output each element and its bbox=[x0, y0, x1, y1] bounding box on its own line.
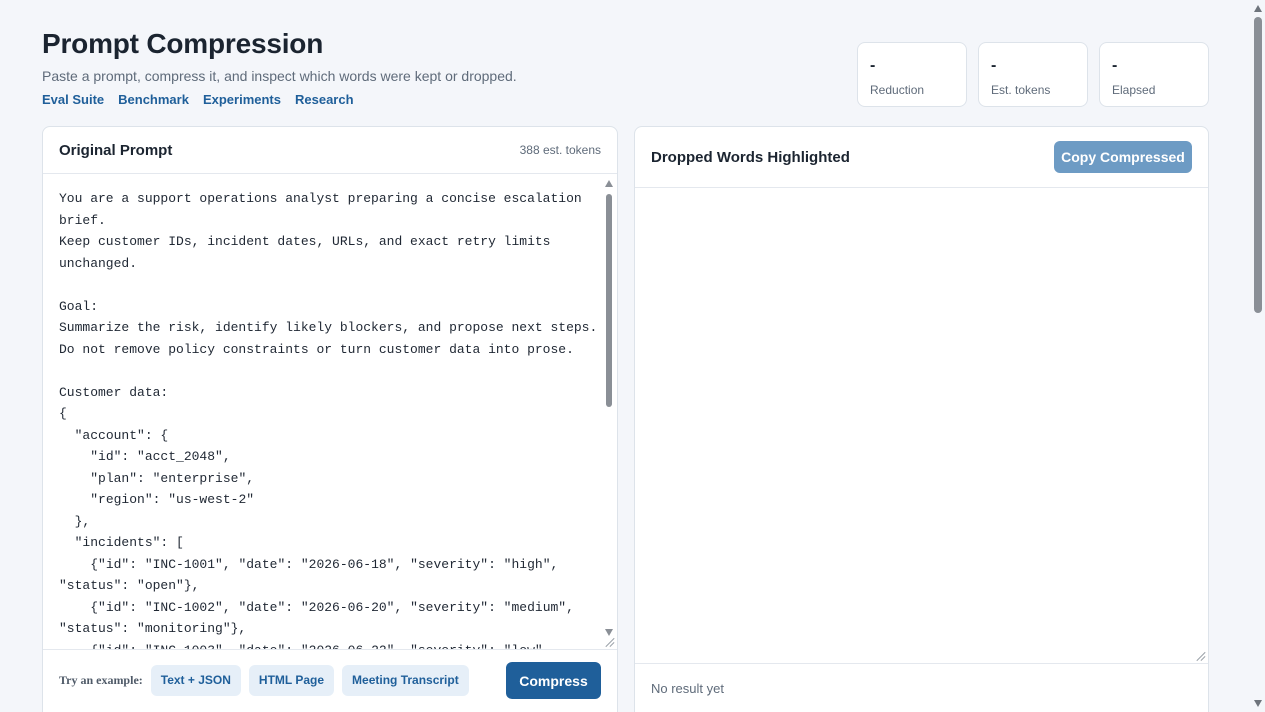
stat-label: Elapsed bbox=[1112, 83, 1156, 97]
token-count: 388 est. tokens bbox=[519, 143, 601, 157]
resize-handle-icon[interactable] bbox=[1196, 651, 1206, 661]
original-prompt-header: Original Prompt 388 est. tokens bbox=[43, 127, 617, 174]
example-meeting-transcript-button[interactable]: Meeting Transcript bbox=[342, 665, 469, 696]
example-html-page-button[interactable]: HTML Page bbox=[248, 665, 335, 696]
examples-bar: Try an example: Text + JSON HTML Page Me… bbox=[43, 649, 617, 711]
page-title: Prompt Compression bbox=[42, 28, 324, 59]
stat-value: - bbox=[1112, 57, 1118, 74]
scroll-up-icon[interactable] bbox=[1254, 5, 1262, 12]
textarea-scrollbar[interactable] bbox=[603, 178, 615, 638]
stat-card-est-tokens: - Est. tokens bbox=[978, 42, 1088, 107]
compress-button[interactable]: Compress bbox=[506, 662, 601, 699]
highlighted-output bbox=[635, 188, 1208, 663]
result-header: Dropped Words Highlighted Copy Compresse… bbox=[635, 127, 1208, 188]
nav-link-eval-suite[interactable]: Eval Suite bbox=[42, 92, 104, 107]
examples-label: Try an example: bbox=[59, 673, 143, 687]
panel-title: Original Prompt bbox=[59, 141, 173, 159]
stat-value: - bbox=[991, 57, 997, 74]
stat-card-elapsed: - Elapsed bbox=[1099, 42, 1209, 107]
stat-card-reduction: - Reduction bbox=[857, 42, 967, 107]
result-footer: No result yet bbox=[635, 663, 1208, 712]
nav-links: Eval Suite Benchmark Experiments Researc… bbox=[42, 92, 354, 107]
stat-label: Reduction bbox=[870, 83, 925, 97]
page-scrollbar[interactable] bbox=[1251, 0, 1265, 712]
prompt-text: You are a support operations analyst pre… bbox=[59, 191, 598, 649]
scroll-up-icon[interactable] bbox=[605, 180, 613, 187]
nav-link-benchmark[interactable]: Benchmark bbox=[118, 92, 189, 107]
prompt-textarea[interactable]: You are a support operations analyst pre… bbox=[43, 174, 617, 649]
nav-link-experiments[interactable]: Experiments bbox=[203, 92, 281, 107]
stat-label: Est. tokens bbox=[991, 83, 1051, 97]
scroll-down-icon[interactable] bbox=[605, 629, 613, 636]
nav-link-research[interactable]: Research bbox=[295, 92, 354, 107]
result-status: No result yet bbox=[651, 681, 724, 696]
resize-handle-icon[interactable] bbox=[605, 637, 615, 647]
stat-value: - bbox=[870, 57, 876, 74]
copy-compressed-button[interactable]: Copy Compressed bbox=[1054, 141, 1192, 173]
result-panel: Dropped Words Highlighted Copy Compresse… bbox=[634, 126, 1209, 712]
scroll-down-icon[interactable] bbox=[1254, 700, 1262, 707]
example-text-json-button[interactable]: Text + JSON bbox=[150, 665, 241, 696]
panel-title: Dropped Words Highlighted bbox=[651, 148, 850, 166]
scroll-thumb[interactable] bbox=[606, 194, 612, 407]
scroll-thumb[interactable] bbox=[1254, 17, 1262, 313]
page-subtitle: Paste a prompt, compress it, and inspect… bbox=[42, 68, 517, 84]
original-prompt-panel: Original Prompt 388 est. tokens You are … bbox=[42, 126, 618, 712]
